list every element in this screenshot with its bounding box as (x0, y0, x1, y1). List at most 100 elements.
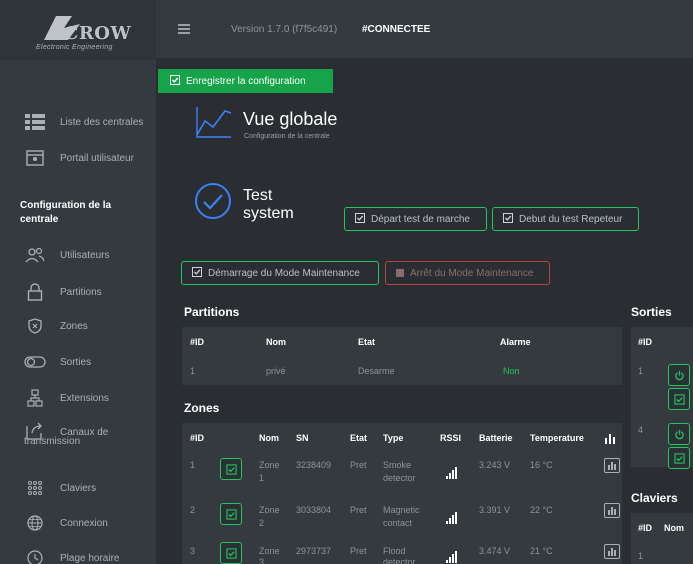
sortie-edit-button[interactable] (668, 447, 690, 469)
column-header: Batterie (479, 433, 513, 443)
zone-id: 1 (190, 460, 196, 470)
sidebar-item-sorties[interactable]: Sorties (0, 352, 156, 372)
check-square-icon (225, 463, 237, 475)
sidebar-item-portail[interactable]: Portail utilisateur (0, 148, 156, 168)
zone-temperature: 22 °C (530, 505, 553, 515)
partitions-table (182, 327, 622, 385)
claviers-title: Claviers (631, 491, 678, 505)
zone-name-line2: 3 (259, 557, 265, 564)
check-square-icon (225, 547, 237, 559)
column-header: Nom (259, 433, 279, 443)
page-title: Vue globale (243, 109, 338, 129)
bar-chart-icon (608, 507, 616, 515)
sidebar-item-liste-centrales[interactable]: Liste des centrales (0, 112, 156, 132)
line-chart-icon (196, 107, 232, 138)
check-square-icon (673, 452, 685, 464)
depart-test-marche-button[interactable]: Départ test de marche (344, 207, 487, 231)
arret-mode-maintenance-button[interactable]: Arrêt du Mode Maintenance (385, 261, 550, 285)
check-square-icon (192, 266, 202, 280)
logo-wordmark: CROW (64, 23, 132, 44)
partition-state: Desarme (358, 366, 395, 376)
sidebar-item-zones[interactable]: Zones (0, 316, 156, 336)
sidebar-item-extensions[interactable]: Extensions (0, 388, 156, 408)
clock-icon (24, 548, 46, 564)
sidebar-item-plage-horaire[interactable]: Plage horaire (0, 548, 156, 564)
zone-battery: 3.391 V (479, 505, 511, 515)
sidebar-item-label: Zones (60, 320, 88, 332)
check-square-icon (170, 74, 180, 88)
zone-id: 3 (190, 546, 196, 556)
zone-name-line2: 1 (259, 473, 265, 483)
sidebar-item-label: Plage horaire (60, 552, 120, 564)
zone-sn: 3238409 (296, 460, 332, 470)
zone-edit-button[interactable] (220, 503, 242, 525)
zone-state: Pret (350, 546, 367, 556)
debut-test-repeteur-button[interactable]: Debut du test Repeteur (492, 207, 639, 231)
button-label: Arrêt du Mode Maintenance (410, 267, 534, 279)
zone-type-line1: Flood (383, 546, 406, 556)
check-square-icon (673, 393, 685, 405)
column-header: RSSI (440, 433, 462, 443)
lock-icon (24, 282, 46, 302)
partition-id: 1 (190, 366, 196, 376)
portal-icon (24, 148, 46, 168)
zone-name-line1: Zone (259, 460, 280, 470)
sidebar-item-label: Utilisateurs (60, 249, 110, 261)
globe-icon (24, 513, 46, 533)
column-header: #ID (638, 337, 653, 347)
zone-chart-button[interactable] (604, 458, 620, 473)
column-header: Alarme (500, 337, 531, 347)
column-header: Temperature (530, 433, 584, 443)
signal-strength-icon (446, 467, 460, 479)
save-button-label: Enregistrer la configuration (186, 75, 306, 87)
column-header: #ID (190, 337, 205, 347)
clavier-id: 1 (638, 551, 644, 561)
logo[interactable]: CROW Electronic Engineering (0, 0, 156, 60)
sidebar-section-title: Configuration de la centrale (20, 200, 112, 225)
zone-edit-button[interactable] (220, 542, 242, 564)
zone-type-line2: detector (383, 557, 416, 564)
button-label: Démarrage du Mode Maintenance (208, 267, 360, 279)
zone-chart-button[interactable] (604, 503, 620, 518)
column-header: Etat (350, 433, 368, 443)
partition-alarm: Non (503, 366, 520, 376)
zone-edit-button[interactable] (220, 458, 242, 480)
zone-chart-button[interactable] (604, 544, 620, 559)
sidebar-item-label: Connexion (60, 517, 108, 529)
check-square-icon (225, 508, 237, 520)
test-system-title: Test system (243, 187, 294, 222)
sidebar-item-canaux[interactable]: Canaux de transmission (0, 422, 156, 453)
sidebar-item-label: Liste des centrales (60, 116, 144, 128)
sortie-power-button[interactable] (668, 423, 690, 445)
button-label: Debut du test Repeteur (519, 213, 623, 225)
sidebar-item-label: Partitions (60, 286, 102, 298)
hamburger-menu-icon[interactable] (178, 24, 190, 34)
sidebar-item-connexion[interactable]: Connexion (0, 513, 156, 533)
stop-square-icon (396, 269, 404, 277)
page-subtitle: Configuration de la centrale (244, 133, 330, 140)
sidebar-item-partitions[interactable]: Partitions (0, 282, 156, 302)
zones-title: Zones (184, 401, 220, 415)
zone-type-line1: Magnetic (383, 505, 420, 515)
column-header: #ID (638, 523, 653, 533)
toggle-icon (24, 352, 46, 372)
sidebar-item-utilisateurs[interactable]: Utilisateurs (0, 245, 156, 265)
sidebar-item-label: Sorties (60, 356, 92, 368)
zone-temperature: 21 °C (530, 546, 553, 556)
demarrage-mode-maintenance-button[interactable]: Démarrage du Mode Maintenance (181, 261, 379, 285)
zone-battery: 3.243 V (479, 460, 511, 470)
sidebar-item-label: Portail utilisateur (60, 152, 134, 164)
zone-type-line2: detector (383, 473, 416, 483)
zone-type-line1: Smoke (383, 460, 412, 470)
signal-strength-icon (446, 551, 460, 563)
zone-name-line1: Zone (259, 546, 280, 556)
zones-table (182, 423, 622, 564)
button-label: Départ test de marche (371, 213, 470, 225)
partition-name: privé (266, 366, 286, 376)
sidebar-item-claviers[interactable]: Claviers (0, 478, 156, 498)
logo-subtitle: Electronic Engineering (36, 44, 113, 51)
sortie-power-button[interactable] (668, 364, 690, 386)
save-configuration-button[interactable]: Enregistrer la configuration (158, 69, 333, 93)
zone-battery: 3.474 V (479, 546, 511, 556)
sortie-edit-button[interactable] (668, 388, 690, 410)
